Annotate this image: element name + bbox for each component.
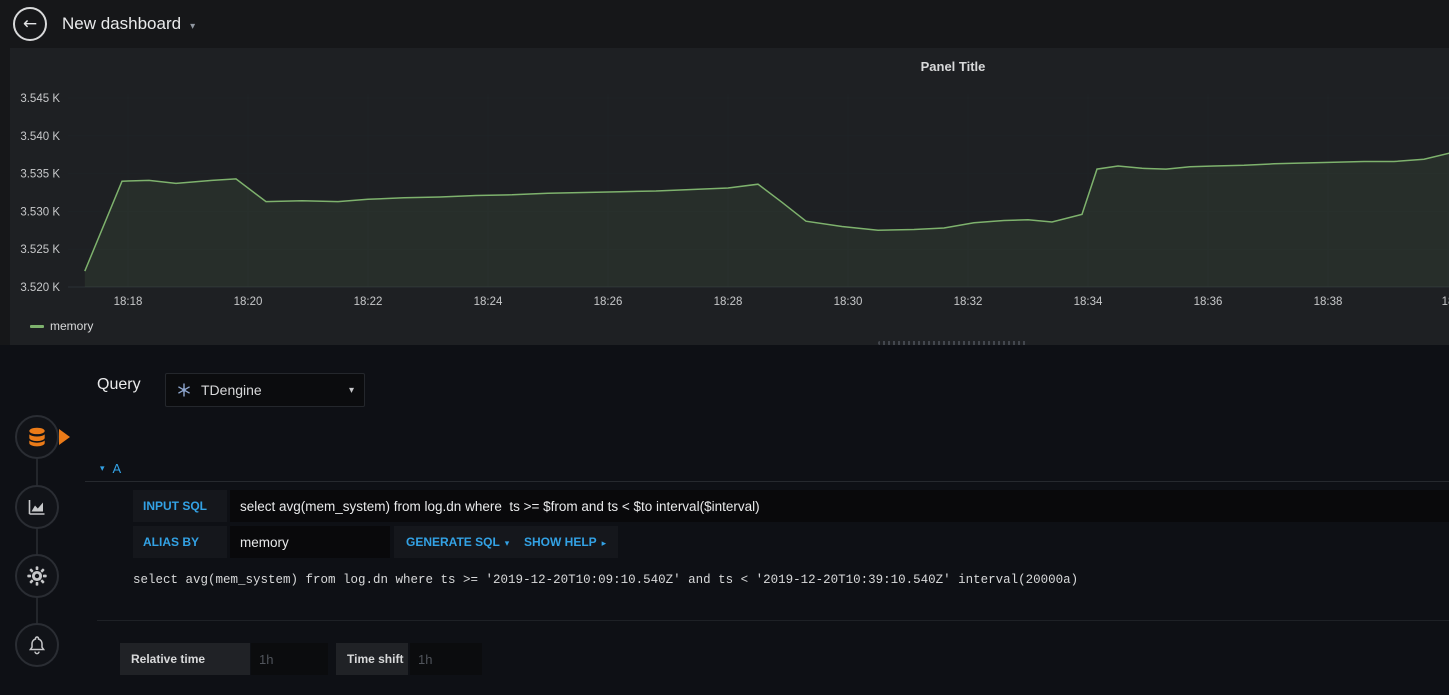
- x-tick-label: 18:30: [834, 296, 863, 308]
- generated-sql-preview: select avg(mem_system) from log.dn where…: [133, 573, 1079, 587]
- tab-visualization[interactable]: [15, 485, 59, 529]
- query-ref-id: A: [112, 460, 122, 476]
- back-button[interactable]: ←: [13, 7, 47, 41]
- generate-sql-button[interactable]: GENERATE SQL ▾: [394, 526, 522, 558]
- y-tick-label: 3.525 K: [20, 244, 60, 256]
- x-tick-label: 18:32: [954, 296, 983, 308]
- chevron-down-icon: ▾: [504, 539, 510, 549]
- tab-connector-line: [36, 437, 38, 645]
- x-tick-label: 18:24: [474, 296, 503, 308]
- y-tick-label: 3.545 K: [20, 93, 60, 105]
- graph-panel: 18:18 18:20 18:22 18:24 18:26 18:28 18:30 18:32…: [10, 48, 1449, 345]
- x-tick-label: 18:28: [714, 296, 743, 308]
- relative-time-field[interactable]: [251, 643, 328, 675]
- legend-color-swatch: [30, 324, 44, 328]
- gear-icon: [27, 566, 47, 586]
- query-section-title: Query: [97, 376, 141, 393]
- tab-alert[interactable]: [15, 623, 59, 667]
- x-tick-label: 18:20: [234, 296, 263, 308]
- y-tick-label: 3.530 K: [20, 206, 60, 218]
- time-shift-field[interactable]: [410, 643, 482, 675]
- show-help-label: SHOW HELP: [524, 535, 597, 549]
- x-tick-label: 18:22: [354, 296, 383, 308]
- tdengine-logo-icon: [178, 383, 190, 397]
- chevron-down-icon: ▾: [348, 384, 354, 396]
- y-tick-label: 3.540 K: [20, 131, 60, 143]
- x-tick-label: 18:18: [114, 296, 143, 308]
- x-tick-label: 18:34: [1074, 296, 1103, 308]
- query-pane: Query TDengine ▾ ▾ A INPUT SQL select av…: [85, 345, 1449, 695]
- show-help-button[interactable]: SHOW HELP ▸: [512, 526, 619, 558]
- chevron-down-icon: ▾: [190, 20, 196, 32]
- alias-by-label: ALIAS BY: [133, 526, 227, 558]
- topbar: ← New dashboard ▾: [0, 0, 1449, 48]
- back-arrow-icon: ←: [22, 13, 38, 34]
- grafana-app: ← New dashboard ▾ 18:18 18:20 18:22 18:24 18…: [0, 0, 1449, 695]
- y-tick-label: 3.535 K: [20, 169, 60, 181]
- panel-title[interactable]: Panel Title: [921, 59, 986, 74]
- tab-queries[interactable]: [15, 415, 59, 459]
- chart-icon: [28, 500, 45, 515]
- database-icon: [29, 427, 45, 447]
- legend-item-memory[interactable]: memory: [30, 319, 93, 333]
- section-divider: [97, 620, 1449, 621]
- dashboard-title: New dashboard: [62, 14, 182, 33]
- collapse-caret-icon: ▾: [100, 464, 105, 474]
- timeseries-chart[interactable]: 18:18 18:20 18:22 18:24 18:26 18:28 18:30 18:32…: [10, 48, 1449, 318]
- x-tick-label: 18:38: [1314, 296, 1343, 308]
- panel-editor: Query TDengine ▾ ▾ A INPUT SQL select av…: [0, 345, 1449, 695]
- x-tick-label: 18:36: [1194, 296, 1223, 308]
- input-sql-label: INPUT SQL: [133, 490, 227, 522]
- relative-time-label: Relative time: [120, 643, 250, 675]
- alias-by-field[interactable]: [230, 526, 390, 558]
- active-tab-arrow-icon: [59, 429, 70, 445]
- time-shift-label: Time shift: [336, 643, 408, 675]
- query-row-header[interactable]: ▾ A: [85, 455, 1449, 482]
- generate-sql-label: GENERATE SQL: [406, 535, 500, 549]
- datasource-select[interactable]: TDengine ▾: [165, 373, 365, 407]
- y-tick-label: 3.520 K: [20, 282, 60, 294]
- tab-general[interactable]: [15, 554, 59, 598]
- dashboard-title-dropdown[interactable]: New dashboard ▾: [62, 14, 195, 34]
- datasource-name: TDengine: [201, 382, 262, 398]
- x-tick-label: 18:26: [594, 296, 623, 308]
- x-tick-label: 18: [1442, 296, 1449, 308]
- chevron-right-icon: ▸: [601, 539, 607, 549]
- bell-icon: [28, 636, 46, 655]
- input-sql-field[interactable]: [230, 490, 1449, 522]
- legend-label: memory: [50, 319, 94, 333]
